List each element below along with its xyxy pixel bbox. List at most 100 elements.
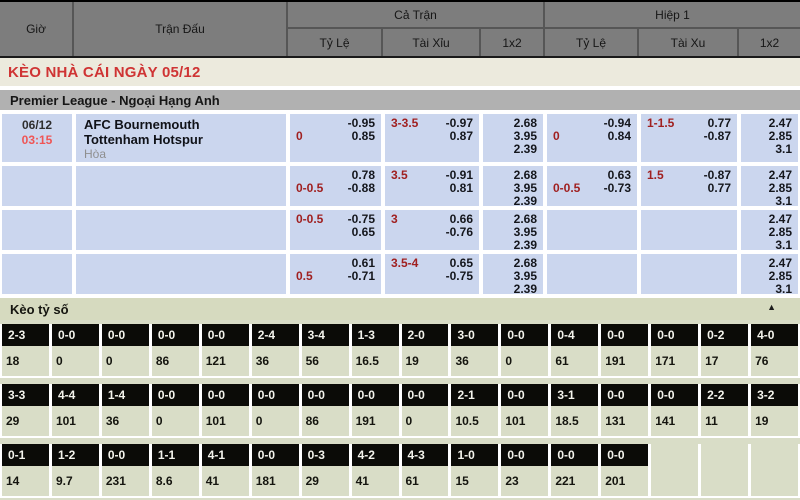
score-label-row: 3-34-41-40-00-00-00-00-00-02-10-03-10-00… [2,384,798,406]
handicap-value: 3-3.5 [391,117,418,130]
score-odds-cell[interactable]: 101 [52,406,99,436]
time-cell [2,254,72,294]
fulltime-1x2-cell[interactable]: 2.683.952.39 [483,210,543,250]
score-odds-cell[interactable]: 191 [352,406,399,436]
score-odds-cell[interactable]: 19 [402,346,449,376]
score-odds-cell[interactable]: 101 [501,406,548,436]
fulltime-overunder-cell[interactable]: 3-3.5-0.970.87 [385,114,479,162]
fulltime-1x2-cell[interactable]: 2.683.952.39 [483,166,543,206]
score-odds-cell[interactable]: 171 [651,346,698,376]
score-odds-cell[interactable]: 19 [751,406,798,436]
firsthalf-overunder-cell[interactable]: 1.5-0.870.77 [641,166,737,206]
score-odds-cell[interactable]: 14 [2,466,49,496]
collapse-arrow-icon[interactable]: ▲ [767,302,776,312]
time-cell: 06/1203:15 [2,114,72,162]
score-odds-cell[interactable]: 15 [451,466,498,496]
score-odds-cell[interactable]: 17 [701,346,748,376]
score-odds-cell[interactable]: 0 [102,346,149,376]
odds-value: -0.87 [704,130,731,143]
score-odds-cell[interactable]: 181 [252,466,299,496]
score-odds-cell[interactable]: 10.5 [451,406,498,436]
score-odds-cell[interactable]: 9.7 [52,466,99,496]
score-odds-cell[interactable]: 29 [2,406,49,436]
fulltime-1x2-cell[interactable]: 2.683.952.39 [483,254,543,294]
score-odds-cell[interactable]: 0 [252,406,299,436]
score-label-cell: 4-1 [202,444,249,466]
away-team: Tottenham Hotspur [84,132,286,147]
odds-value: 2.39 [489,283,537,294]
firsthalf-handicap-cell[interactable] [547,254,637,294]
score-odds-cell[interactable]: 61 [402,466,449,496]
score-odds-cell[interactable]: 36 [451,346,498,376]
score-odds-cell[interactable]: 221 [551,466,598,496]
score-odds-cell[interactable]: 131 [601,406,648,436]
score-odds-cell[interactable]: 0 [402,406,449,436]
header-fulltime-overunder: Tài Xỉu [383,29,481,56]
score-label-row: 0-11-20-01-14-10-00-34-24-31-00-00-00-0 [2,444,798,466]
score-odds-cell[interactable]: 56 [302,346,349,376]
correct-score-header[interactable]: Kèo tỷ số ▲ [0,298,800,320]
fulltime-overunder-cell[interactable]: 30.66-0.76 [385,210,479,250]
firsthalf-handicap-cell[interactable] [547,210,637,250]
firsthalf-handicap-cell[interactable]: -0.9400.84 [547,114,637,162]
handicap-value: 3 [391,213,398,226]
score-odds-cell[interactable]: 11 [701,406,748,436]
score-label-cell: 0-0 [501,444,548,466]
league-bar[interactable]: Premier League - Ngoại Hạng Anh [0,90,800,110]
score-odds-cell[interactable]: 141 [651,406,698,436]
score-odds-cell[interactable]: 18.5 [551,406,598,436]
score-odds-cell[interactable]: 29 [302,466,349,496]
score-odds-cell[interactable]: 41 [202,466,249,496]
score-label-cell: 2-3 [2,324,49,346]
fulltime-handicap-cell[interactable]: -0.9500.85 [290,114,381,162]
score-label-cell: 0-0 [601,324,648,346]
score-odds-cell[interactable]: 8.6 [152,466,199,496]
odds-line: -0.87 [647,130,731,143]
firsthalf-1x2-cell[interactable]: 2.472.853.1 [741,166,798,206]
odds-row: 0.610.5-0.713.5-40.65-0.752.683.952.392.… [0,254,800,294]
firsthalf-overunder-cell[interactable]: 1-1.50.77-0.87 [641,114,737,162]
handicap-value: 0-0.5 [553,182,580,195]
fulltime-1x2-cell[interactable]: 2.683.952.39 [483,114,543,162]
header-fulltime-1x2: 1x2 [481,29,545,56]
match-cell [76,166,286,206]
firsthalf-handicap-cell[interactable]: 0.630-0.5-0.73 [547,166,637,206]
score-odds-cell[interactable]: 61 [551,346,598,376]
score-odds-cell[interactable]: 191 [601,346,648,376]
score-label-cell: 0-0 [202,324,249,346]
firsthalf-overunder-cell[interactable] [641,254,737,294]
score-odds-cell[interactable]: 23 [501,466,548,496]
firsthalf-1x2-cell[interactable]: 2.472.853.1 [741,114,798,162]
match-cell: AFC BournemouthTottenham HotspurHòa [76,114,286,162]
score-odds-cell[interactable]: 36 [252,346,299,376]
firsthalf-1x2-cell[interactable]: 2.472.853.1 [741,210,798,250]
score-odds-cell[interactable]: 101 [202,406,249,436]
score-label-row: 2-30-00-00-00-02-43-41-32-03-00-00-40-00… [2,324,798,346]
fulltime-handicap-cell[interactable]: 0.610.5-0.71 [290,254,381,294]
score-label-cell: 0-0 [252,444,299,466]
score-odds-cell[interactable]: 86 [152,346,199,376]
fulltime-handicap-cell[interactable]: 0-0.5-0.750.65 [290,210,381,250]
score-label-cell: 3-1 [551,384,598,406]
fulltime-handicap-cell[interactable]: 0.780-0.5-0.88 [290,166,381,206]
fulltime-overunder-cell[interactable]: 3.5-40.65-0.75 [385,254,479,294]
score-odds-cell[interactable]: 201 [601,466,648,496]
score-odds-cell[interactable]: 36 [102,406,149,436]
fulltime-overunder-cell[interactable]: 3.5-0.910.81 [385,166,479,206]
score-odds-cell[interactable]: 76 [751,346,798,376]
score-odds-cell[interactable]: 41 [352,466,399,496]
firsthalf-1x2-cell[interactable]: 2.472.853.1 [741,254,798,294]
score-odds-cell[interactable]: 0 [52,346,99,376]
score-odds-cell[interactable]: 0 [152,406,199,436]
score-odds-cell[interactable]: 231 [102,466,149,496]
score-label-cell: 2-0 [402,324,449,346]
score-odds-cell[interactable]: 121 [202,346,249,376]
score-odds-cell[interactable]: 86 [302,406,349,436]
odds-line: 00.84 [553,130,631,143]
correct-score-grid: 2-30-00-00-00-02-43-41-32-03-00-00-40-00… [0,324,800,498]
score-odds-cell[interactable]: 16.5 [352,346,399,376]
score-odds-cell[interactable]: 0 [501,346,548,376]
odds-value: -0.71 [348,270,375,283]
firsthalf-overunder-cell[interactable] [641,210,737,250]
score-odds-cell[interactable]: 18 [2,346,49,376]
